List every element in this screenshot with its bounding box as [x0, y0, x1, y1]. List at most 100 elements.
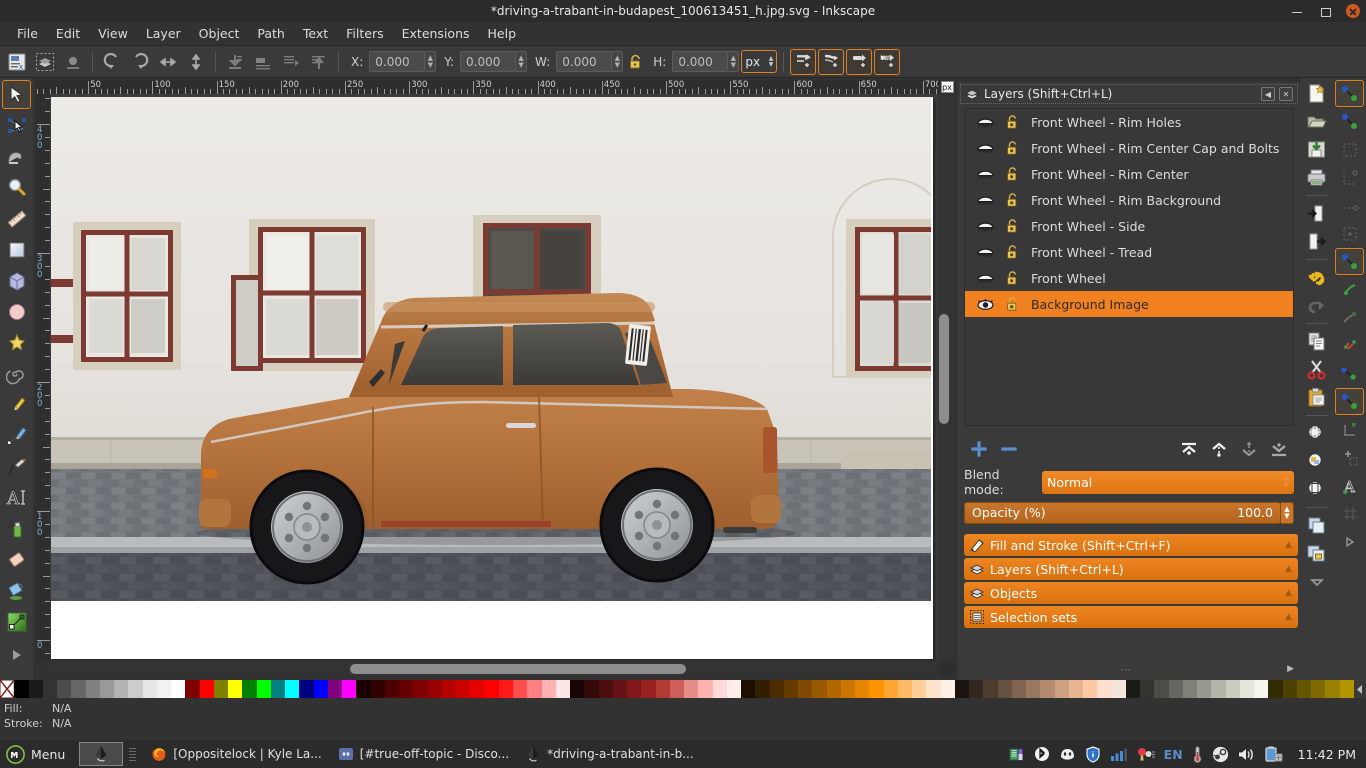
ruler-unit-badge[interactable]: px [938, 80, 956, 94]
color-swatch[interactable] [213, 680, 228, 698]
raise-icon[interactable] [250, 49, 276, 75]
w-spinner[interactable]: ▲ ▼ [612, 51, 624, 72]
units-select[interactable]: px ▲ ▼ [741, 50, 778, 73]
zoom-tool[interactable] [2, 173, 31, 202]
duplicate-icon[interactable] [1302, 512, 1331, 539]
pencil-tool[interactable] [2, 390, 31, 419]
dialog-collapse-icon-2[interactable]: ▲ [1285, 588, 1292, 598]
color-swatch[interactable] [413, 680, 428, 698]
color-swatch[interactable] [555, 680, 570, 698]
rotate-cw-icon[interactable] [127, 49, 153, 75]
maximize-button[interactable] [1318, 4, 1332, 18]
color-swatch[interactable] [969, 680, 984, 698]
menu-layer[interactable]: Layer [137, 23, 190, 44]
task-inkscape[interactable]: *driving-a-trabant-in-b... [517, 742, 702, 766]
close-button[interactable] [1346, 4, 1360, 18]
color-swatch[interactable] [883, 680, 898, 698]
horizontal-scroll-thumb[interactable] [350, 664, 686, 674]
menu-edit[interactable]: Edit [47, 23, 89, 44]
affect-stroke-width-icon[interactable] [818, 48, 845, 75]
affect-corners-icon[interactable] [846, 48, 873, 75]
color-swatch[interactable] [128, 680, 143, 698]
color-swatch[interactable] [484, 680, 499, 698]
w-input[interactable]: 0.000 [556, 51, 613, 72]
color-swatch[interactable] [85, 680, 100, 698]
color-swatch[interactable] [840, 680, 855, 698]
steam-icon[interactable] [1212, 746, 1229, 763]
snap-grid-icon[interactable] [1335, 500, 1364, 527]
color-swatch[interactable] [527, 680, 542, 698]
spiral-tool[interactable] [2, 359, 31, 388]
lock-open-icon[interactable] [997, 114, 1027, 130]
dialog-collapse-icon-1[interactable]: ▲ [1285, 564, 1292, 574]
color-swatch[interactable] [1296, 680, 1311, 698]
dock-expand-icon[interactable]: ▶ [1287, 664, 1294, 674]
color-swatch[interactable] [356, 680, 371, 698]
star-tool[interactable] [2, 328, 31, 357]
color-swatch[interactable] [199, 680, 214, 698]
color-swatch[interactable] [1325, 680, 1340, 698]
color-swatch[interactable] [1097, 680, 1112, 698]
dialog-bar-fill-and-stroke[interactable]: Fill and Stroke (Shift+Ctrl+F) ▲ [964, 534, 1298, 556]
bezier-tool[interactable] [2, 421, 31, 450]
color-swatch[interactable] [1182, 680, 1197, 698]
h-input[interactable]: 0.000 [672, 51, 729, 72]
snap-bbox-edge-icon[interactable] [1335, 136, 1364, 163]
dialog-collapse-icon-0[interactable]: ▲ [1285, 540, 1292, 550]
minimize-button[interactable] [1290, 4, 1304, 18]
color-swatch[interactable] [1083, 680, 1098, 698]
eye-closed-icon[interactable] [973, 116, 997, 129]
color-palette[interactable] [0, 680, 1366, 698]
network-signal-icon[interactable] [1110, 747, 1127, 762]
paint-bucket-tool[interactable] [2, 576, 31, 605]
snap-nodes-icon[interactable] [1335, 220, 1364, 247]
lower-layer-icon[interactable] [1234, 436, 1264, 462]
redo-icon[interactable] [1302, 292, 1331, 319]
color-swatch[interactable] [1239, 680, 1254, 698]
color-swatch[interactable] [983, 680, 998, 698]
layer-row[interactable]: Front Wheel - Side [965, 213, 1293, 239]
flip-vertical-icon[interactable] [183, 49, 209, 75]
color-swatch[interactable] [912, 680, 927, 698]
snap-bbox-corner-icon[interactable] [1335, 164, 1364, 191]
taskbar-grip-1[interactable] [129, 745, 137, 763]
node-tool[interactable] [2, 111, 31, 140]
color-swatch[interactable] [855, 680, 870, 698]
color-swatch[interactable] [1068, 680, 1083, 698]
color-swatch[interactable] [1125, 680, 1140, 698]
opacity-slider[interactable]: Opacity (%) 100.0 [964, 501, 1281, 524]
tweak-tool[interactable] [2, 142, 31, 171]
snap-guide-icon[interactable] [1335, 528, 1364, 555]
color-swatch[interactable] [99, 680, 114, 698]
color-swatch[interactable] [171, 680, 186, 698]
layer-row[interactable]: Front Wheel - Rim Holes [965, 109, 1293, 135]
color-swatch[interactable] [1254, 680, 1269, 698]
zoom-drawing-icon[interactable] [1302, 448, 1331, 475]
task-discord[interactable]: [#true-off-topic - Disco... [330, 742, 517, 766]
clock[interactable]: 11:42 PM [1298, 747, 1356, 762]
affect-transforms-icon[interactable] [790, 48, 817, 75]
color-swatch[interactable] [156, 680, 171, 698]
cut-icon[interactable] [1302, 356, 1331, 383]
lower-to-bottom-icon[interactable] [306, 49, 332, 75]
color-swatch[interactable] [812, 680, 827, 698]
x-input[interactable]: 0.000 [369, 51, 426, 72]
eye-closed-icon[interactable] [973, 272, 997, 285]
canvas-vertical-scrollbar[interactable] [938, 94, 950, 660]
vertical-scroll-thumb[interactable] [939, 314, 949, 424]
color-swatch[interactable] [954, 680, 969, 698]
color-swatch[interactable] [513, 680, 528, 698]
flip-horizontal-icon[interactable] [155, 49, 181, 75]
color-swatch[interactable] [14, 680, 29, 698]
color-swatch[interactable] [570, 680, 585, 698]
color-swatch[interactable] [1140, 680, 1155, 698]
print-document-icon[interactable] [1302, 164, 1331, 191]
color-swatch[interactable] [798, 680, 813, 698]
keyboard-layout-icon[interactable]: EN [1164, 747, 1183, 762]
affect-gradients-icon[interactable] [874, 48, 901, 75]
color-swatch[interactable] [57, 680, 72, 698]
color-swatch[interactable] [114, 680, 129, 698]
snap-page-border-icon[interactable] [1335, 444, 1364, 471]
color-swatch[interactable] [242, 680, 257, 698]
deselect-icon[interactable] [60, 49, 86, 75]
